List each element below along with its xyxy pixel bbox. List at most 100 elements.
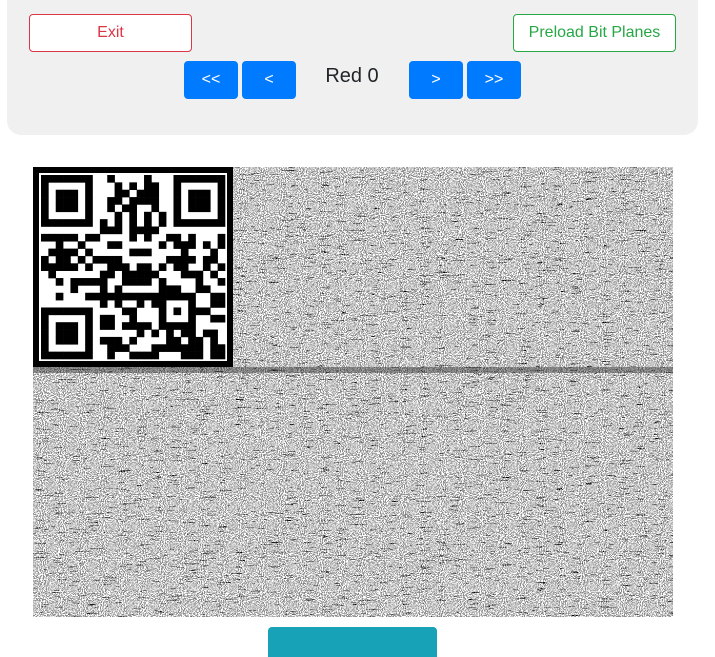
qr-module	[195, 278, 204, 286]
qr-module	[107, 241, 115, 249]
current-plane-label: Red 0	[325, 65, 379, 87]
qr-module	[85, 211, 93, 220]
qr-module	[99, 219, 108, 227]
qr-module	[99, 270, 108, 279]
qr-module	[41, 189, 49, 198]
qr-module	[217, 241, 226, 249]
qr-module	[136, 329, 145, 338]
qr-module	[195, 336, 204, 345]
qr-module	[151, 189, 160, 198]
preload-bit-planes-button[interactable]: Preload Bit Planes	[513, 14, 676, 52]
qr-module	[158, 211, 167, 220]
qr-module	[144, 211, 152, 220]
qr-module	[144, 351, 152, 360]
bottom-action-button[interactable]	[268, 627, 437, 657]
qr-module	[217, 211, 226, 220]
qr-module	[151, 329, 160, 338]
qr-module	[70, 233, 79, 242]
qr-module	[41, 263, 49, 271]
qr-module	[144, 292, 152, 301]
qr-module	[121, 204, 130, 213]
qr-module	[85, 233, 93, 242]
qr-module	[63, 351, 71, 360]
previous-plane-button[interactable]: <	[242, 61, 296, 99]
qr-module	[158, 344, 167, 352]
qr-module	[151, 270, 160, 279]
qr-module	[121, 344, 130, 352]
qr-module	[136, 351, 145, 360]
qr-module	[92, 233, 101, 242]
qr-module	[210, 336, 218, 345]
qr-module	[217, 197, 226, 205]
qr-module	[55, 233, 64, 242]
qr-module	[55, 322, 64, 330]
qr-module	[129, 226, 137, 235]
qr-module	[55, 241, 64, 249]
qr-module	[41, 255, 49, 264]
qr-module	[217, 182, 226, 191]
qr-module	[195, 197, 204, 205]
qr-module	[114, 344, 123, 352]
qr-module	[55, 197, 64, 205]
qr-module	[158, 322, 167, 330]
qr-module	[136, 300, 145, 308]
qr-module	[41, 329, 49, 338]
qr-module	[136, 322, 145, 330]
qr-module	[188, 270, 196, 279]
qr-module	[85, 307, 93, 316]
qr-module	[48, 307, 57, 316]
qr-module	[144, 175, 152, 183]
qr-module	[173, 344, 182, 352]
qr-module	[151, 182, 160, 191]
noise-bands	[233, 167, 673, 377]
qr-module	[70, 189, 79, 198]
next-plane-button[interactable]: >	[409, 61, 463, 99]
qr-module	[144, 219, 152, 227]
qr-module	[129, 314, 137, 323]
qr-module	[158, 307, 167, 316]
qr-module	[166, 344, 174, 352]
qr-module	[121, 292, 130, 301]
qr-module	[129, 219, 137, 227]
qr-module	[188, 255, 196, 264]
qr-module	[41, 182, 49, 191]
qr-module	[41, 233, 49, 242]
qr-module	[129, 278, 137, 286]
qr-module	[188, 175, 196, 183]
qr-module	[77, 278, 86, 286]
qr-module	[166, 233, 174, 242]
qr-module	[202, 307, 211, 316]
qr-module	[92, 255, 101, 264]
qr-module	[217, 263, 226, 271]
qr-module	[173, 211, 182, 220]
qr-module	[217, 175, 226, 183]
qr-module	[77, 175, 86, 183]
qr-module	[63, 336, 71, 345]
qr-module	[180, 270, 189, 279]
qr-module	[210, 270, 218, 279]
qr-module	[85, 278, 93, 286]
qr-module	[210, 344, 218, 352]
qr-module	[63, 197, 71, 205]
last-plane-button[interactable]: >>	[467, 61, 521, 99]
qr-module	[63, 322, 71, 330]
qr-module	[129, 351, 137, 360]
first-plane-button[interactable]: <<	[184, 61, 238, 99]
qr-module	[217, 189, 226, 198]
qr-module	[202, 241, 211, 249]
exit-button[interactable]: Exit	[29, 14, 192, 52]
qr-module	[195, 219, 204, 227]
qr-module	[158, 219, 167, 227]
qr-module	[121, 263, 130, 271]
qr-module	[217, 292, 226, 301]
qr-module	[166, 329, 174, 338]
qr-module	[144, 226, 152, 235]
qr-module	[41, 322, 49, 330]
qr-module	[166, 292, 174, 301]
qr-module	[210, 314, 218, 323]
qr-module	[114, 189, 123, 198]
qr-module	[202, 189, 211, 198]
qr-module	[121, 189, 130, 198]
qr-module	[173, 336, 182, 345]
qr-module	[70, 351, 79, 360]
